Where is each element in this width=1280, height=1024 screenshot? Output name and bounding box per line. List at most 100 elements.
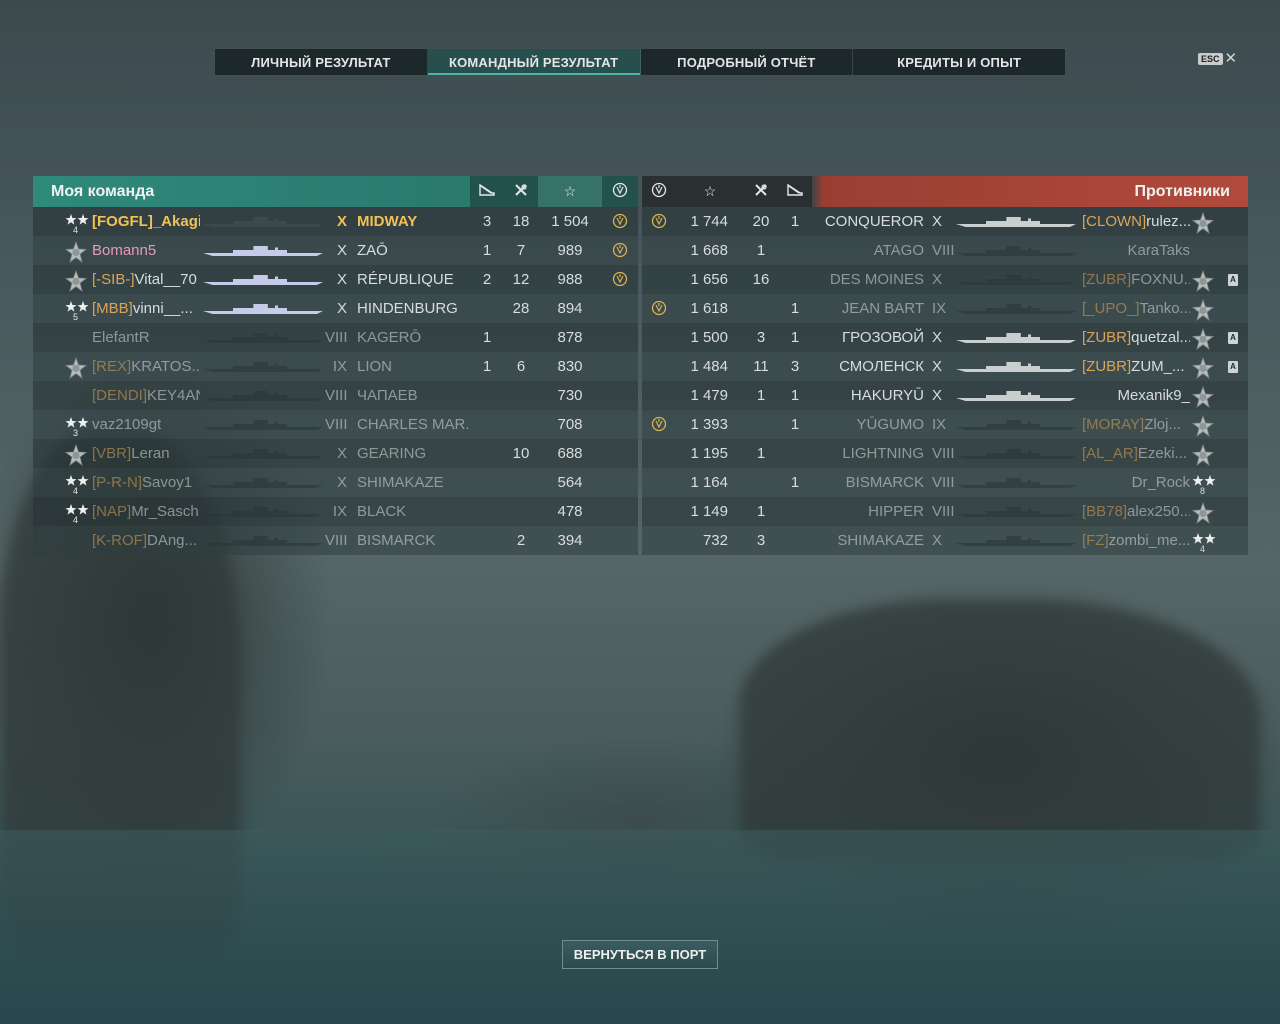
clan-tag: [BB78]	[1082, 503, 1128, 520]
player-name: [_UPO_]Tanko...	[1082, 294, 1190, 323]
player-name: [-SIB-]Vital__70	[92, 265, 200, 294]
col-frags-header[interactable]	[504, 176, 538, 207]
col-planes-header[interactable]	[778, 176, 812, 207]
ships-destroyed: 7	[516, 242, 526, 259]
clan-tag: [K-ROF]	[92, 532, 147, 549]
my-team-header: Моя команда ☆	[33, 176, 638, 207]
col-frags-header[interactable]	[744, 176, 778, 207]
ship-tier: VIII	[932, 503, 954, 520]
enemy-player-row[interactable]: 1 668 1 ATAGO VIII KaraTaks	[642, 236, 1248, 265]
enemy-player-row[interactable]: 732 3 SHIMAKAZE X [FZ]zombi_me... 4	[642, 526, 1248, 555]
player-row[interactable]: Bomann5 X ZAŌ 1 7 989	[33, 236, 638, 265]
base-xp: 564	[557, 474, 583, 491]
ship-silhouette-icon	[956, 303, 1076, 314]
enemy-player-row[interactable]: 1 164 1 BISMARCK VIII Dr_Rock 8	[642, 468, 1248, 497]
col-medal-header[interactable]	[642, 176, 676, 207]
enemy-player-row[interactable]: 1 618 1 JEAN BART IX [_UPO_]Tanko...	[642, 294, 1248, 323]
ship-tier: X	[336, 474, 347, 491]
ships-destroyed: 1	[756, 387, 766, 404]
ship-tier: IX	[932, 300, 947, 317]
base-xp: 1 668	[690, 242, 728, 259]
col-medal-header[interactable]	[602, 176, 638, 207]
planes-destroyed	[778, 497, 812, 526]
ship-silhouette-icon	[956, 419, 1076, 430]
player-name: [FZ]zombi_me...	[1082, 526, 1190, 555]
ship-name: MIDWAY	[357, 213, 418, 230]
enemy-player-row[interactable]: 1 500 3 1 ГРОЗОВОЙ X [ZUBR]quetzal... A	[642, 323, 1248, 352]
player-name: [P-R-N]Savoy1	[92, 468, 200, 497]
base-xp: 830	[557, 358, 583, 375]
ships-destroyed: 1	[756, 242, 766, 259]
enemy-player-row[interactable]: 1 744 20 1 CONQUEROR X [CLOWN]rulez...	[642, 207, 1248, 236]
player-name: vaz2109gt	[92, 410, 200, 439]
rank-badge-icon	[1191, 356, 1215, 379]
clan-tag: [NAP]	[92, 503, 132, 520]
player-row[interactable]: 3 vaz2109gt VIII CHARLES MAR... 708	[33, 410, 638, 439]
return-to-port-button[interactable]: ВЕРНУТЬСЯ В ПОРТ	[562, 940, 718, 969]
player-nickname: Mr_Sasch	[131, 503, 199, 520]
player-row[interactable]: 4[FOGFL]_Akagi_XMIDWAY3181 504	[33, 207, 638, 236]
background-water	[0, 830, 1280, 1024]
enemy-player-row[interactable]: 1 149 1 HIPPER VIII [BB78]alex250...	[642, 497, 1248, 526]
col-planes-header[interactable]	[470, 176, 504, 207]
player-name: [K-ROF]DAng...	[92, 526, 200, 555]
base-xp: 1 164	[690, 474, 728, 491]
player-row[interactable]: [VBR]Leran X GEARING 10 688	[33, 439, 638, 468]
rank-badge-icon	[1191, 414, 1215, 437]
enemy-player-row[interactable]: 1 484 11 3 СМОЛЕНСК X [ZUBR]ZUM_... A	[642, 352, 1248, 381]
ship-silhouette-icon	[956, 477, 1076, 488]
medal-icon	[612, 242, 628, 258]
enemy-player-row[interactable]: 1 479 1 1 HAKURYŪ X Mexanik9_	[642, 381, 1248, 410]
col-xp-header[interactable]: ☆	[676, 176, 744, 207]
ship-name: GEARING	[357, 445, 427, 462]
planes-destroyed: 2	[482, 271, 492, 288]
player-name: Mexanik9_	[1082, 381, 1190, 410]
player-row[interactable]: 4 [NAP]Mr_Sasch IX BLACK 478	[33, 497, 638, 526]
ship-silhouette-icon	[203, 303, 323, 314]
ship-tier: VIII	[932, 474, 954, 491]
planes-destroyed: 1	[790, 416, 800, 433]
ship-silhouette-icon	[203, 448, 323, 459]
clan-tag: [ZUBR]	[1082, 271, 1132, 288]
ship-tier: X	[336, 213, 347, 230]
planes-destroyed	[470, 468, 504, 497]
tab-1[interactable]: КОМАНДНЫЙ РЕЗУЛЬТАТ	[427, 49, 641, 75]
player-name: Dr_Rock	[1082, 468, 1190, 497]
player-row[interactable]: [K-ROF]DAng... VIII BISMARCK 2 394	[33, 526, 638, 555]
player-name: [CLOWN]rulez...	[1082, 207, 1190, 236]
esc-close-button[interactable]: ESC ✕	[1198, 51, 1237, 66]
player-row[interactable]: 5 [MBB]vinni__... X HINDENBURG 28 894	[33, 294, 638, 323]
player-nickname: quetzal...	[1131, 329, 1190, 346]
ship-silhouette-icon	[203, 361, 323, 372]
ship-name: KAGERŌ	[357, 329, 422, 346]
esc-key-label: ESC	[1198, 53, 1223, 65]
player-name: [VBR]Leran	[92, 439, 200, 468]
planes-icon	[478, 183, 496, 200]
player-row[interactable]: ElefantR VIII KAGERŌ 1 878	[33, 323, 638, 352]
ships-destroyed: 28	[512, 300, 530, 317]
ship-tier: X	[336, 271, 347, 288]
enemy-player-row[interactable]: 1 393 1 YŪGUMO IX [MORAY]Zloj...	[642, 410, 1248, 439]
enemy-player-row[interactable]: 1 195 1 LIGHTNING VIII [AL_AR]Ezeki...	[642, 439, 1248, 468]
rank-badge-icon	[1191, 298, 1215, 321]
tab-3[interactable]: КРЕДИТЫ И ОПЫТ	[853, 49, 1065, 75]
player-row[interactable]: 4 [P-R-N]Savoy1 X SHIMAKAZE 564	[33, 468, 638, 497]
tab-0[interactable]: ЛИЧНЫЙ РЕЗУЛЬТАТ	[215, 49, 428, 75]
enemy-team-list: 1 744 20 1 CONQUEROR X [CLOWN]rulez... 1 668 1 A…	[642, 207, 1248, 555]
player-nickname: zombi_me...	[1108, 532, 1190, 549]
player-row[interactable]: [REX]KRATOS... IX LION 1 6 830	[33, 352, 638, 381]
ship-silhouette-icon	[203, 477, 323, 488]
enemy-player-row[interactable]: 1 656 16 DES MOINES X [ZUBR]FOXNU... A	[642, 265, 1248, 294]
ship-silhouette-icon	[203, 535, 323, 546]
tab-2[interactable]: ПОДРОБНЫЙ ОТЧЁТ	[641, 49, 854, 75]
player-nickname: alex250...	[1127, 503, 1190, 520]
ship-silhouette-icon	[956, 448, 1076, 459]
player-row[interactable]: [-SIB-]Vital__70 X RÉPUBLIQUE 2 12 988	[33, 265, 638, 294]
tab-bar: ЛИЧНЫЙ РЕЗУЛЬТАТ КОМАНДНЫЙ РЕЗУЛЬТАТ ПОДРО…	[214, 48, 1066, 76]
ship-tier: VIII	[325, 387, 347, 404]
player-row[interactable]: [DENDI]KEY4AN VIII ЧАПАЕВ 730	[33, 381, 638, 410]
col-xp-header[interactable]: ☆	[538, 176, 602, 207]
player-nickname: Vital__70	[134, 271, 197, 288]
clan-tag: [P-R-N]	[92, 474, 142, 491]
ship-tier: VIII	[932, 242, 954, 259]
